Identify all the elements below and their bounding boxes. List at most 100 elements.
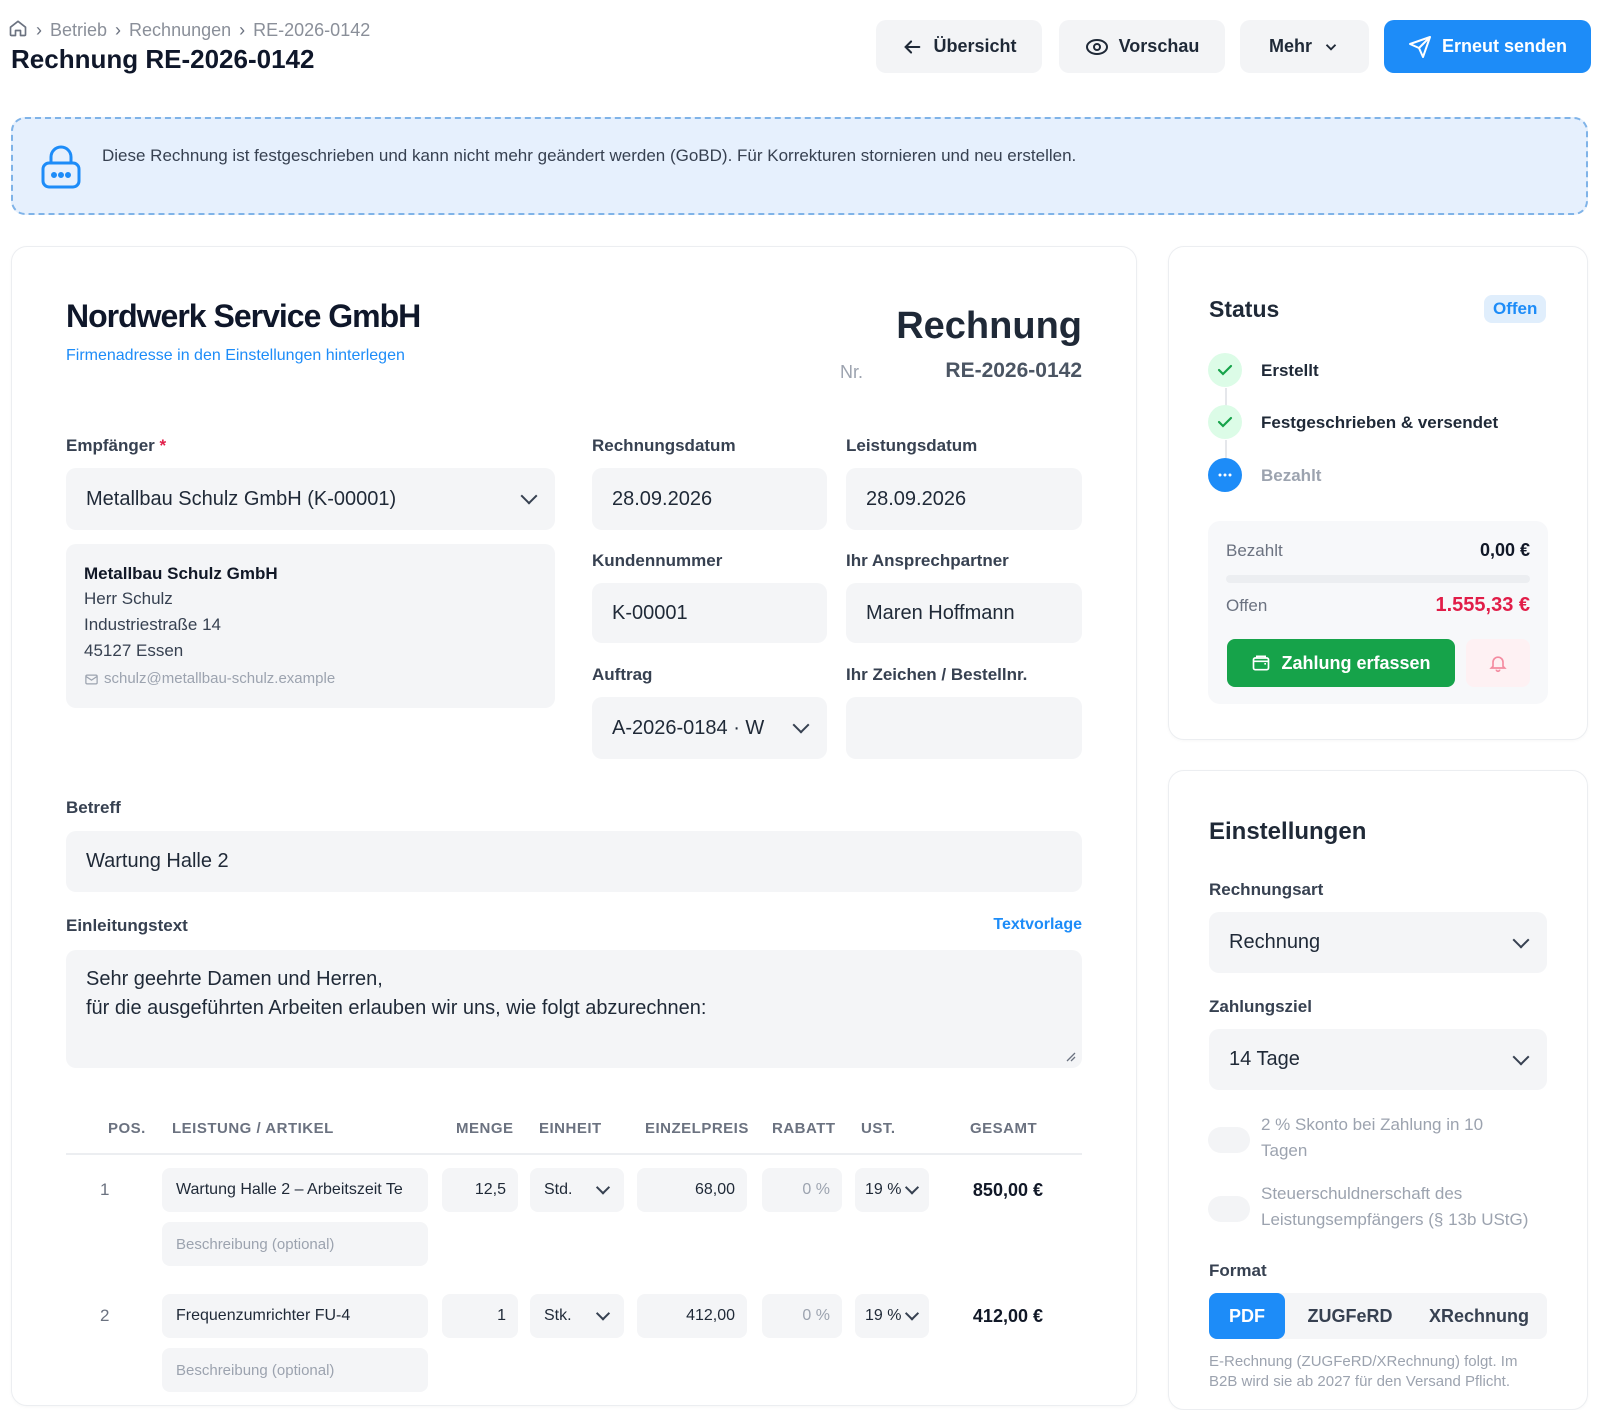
intro-label: Einleitungstext xyxy=(66,916,188,935)
doc-type-title: Rechnung xyxy=(896,305,1082,347)
recipient-select[interactable]: Metallbau Schulz GmbH (K-00001) xyxy=(66,468,555,530)
open-value: 1.555,33 € xyxy=(1435,594,1530,616)
table-divider xyxy=(66,1153,1082,1155)
col-vat: UST. xyxy=(861,1120,896,1137)
step-done-icon xyxy=(1208,405,1242,439)
address-street: Industriestraße 14 xyxy=(84,615,222,634)
payment-terms-select[interactable]: 14 Tage xyxy=(1209,1029,1547,1090)
preview-label: Vorschau xyxy=(1118,36,1200,56)
service-date-field[interactable]: 28.09.2026 xyxy=(846,468,1082,530)
col-total: GESAMT xyxy=(970,1120,1038,1137)
overview-button[interactable]: Übersicht xyxy=(876,20,1042,73)
chevron-down-icon xyxy=(904,1306,920,1321)
bell-icon xyxy=(1489,656,1507,673)
format-note: E-Rechnung (ZUGFeRD/XRechnung) folgt. Im… xyxy=(1209,1353,1518,1390)
status-title: Status xyxy=(1209,296,1280,322)
reverse-charge-toggle[interactable] xyxy=(1208,1196,1250,1222)
reminder-button[interactable] xyxy=(1466,639,1530,687)
row-discount-field[interactable]: 0 % xyxy=(762,1294,842,1338)
row-discount-field[interactable]: 0 % xyxy=(762,1168,842,1212)
row-price-field[interactable]: 412,00 xyxy=(637,1294,747,1338)
contact-label: Ihr Ansprechpartner xyxy=(846,551,1009,570)
breadcrumb-item-betrieb[interactable]: Betrieb xyxy=(50,20,107,41)
text-template-link[interactable]: Textvorlage xyxy=(900,916,1082,934)
reverse-charge-label: Steuerschuldnerschaft des Leistungsempfän… xyxy=(1261,1184,1529,1229)
more-label: Mehr xyxy=(1268,36,1312,56)
row-unit-select[interactable]: Std. xyxy=(530,1168,624,1212)
chevron-down-icon xyxy=(1512,931,1530,948)
format-segmented-control: PDF ZUGFeRD XRechnung xyxy=(1209,1293,1547,1339)
lock-icon xyxy=(41,145,81,189)
order-select[interactable]: A-2026-0184 · W xyxy=(592,697,827,759)
invoice-date-field[interactable]: 28.09.2026 xyxy=(592,468,827,530)
intro-textarea[interactable]: Sehr geehrte Damen und Herren, für die a… xyxy=(66,950,1082,1068)
resize-handle-icon[interactable] xyxy=(1064,1050,1076,1062)
subject-label: Betreff xyxy=(66,798,121,817)
address-city: 45127 Essen xyxy=(84,641,184,660)
address-contact: Herr Schulz xyxy=(84,589,173,608)
row-vat-select[interactable]: 19 % xyxy=(855,1294,929,1338)
chevron-down-icon xyxy=(1512,1048,1530,1065)
row-description-field[interactable]: Beschreibung (optional) xyxy=(162,1222,428,1266)
mail-icon xyxy=(85,674,98,685)
row-pos: 1 xyxy=(100,1180,110,1199)
paid-value: 0,00 € xyxy=(1479,540,1530,560)
record-payment-button[interactable]: Zahlung erfassen xyxy=(1227,639,1455,687)
row-total: 412,00 € xyxy=(972,1306,1043,1326)
invoice-date-label: Rechnungsdatum xyxy=(592,436,736,455)
row-total: 850,00 € xyxy=(972,1180,1043,1200)
contact-field[interactable]: Maren Hoffmann xyxy=(846,583,1082,643)
row-description-field[interactable]: Beschreibung (optional) xyxy=(162,1348,428,1392)
chevron-down-icon xyxy=(595,1180,611,1195)
format-pdf[interactable]: PDF xyxy=(1209,1293,1285,1339)
col-item: LEISTUNG / ARTIKEL xyxy=(172,1120,334,1137)
breadcrumb-item-rechnungen[interactable]: Rechnungen xyxy=(129,20,231,41)
preview-button[interactable]: Vorschau xyxy=(1059,20,1225,73)
row-price-field[interactable]: 68,00 xyxy=(637,1168,747,1212)
chevron-down-icon xyxy=(904,1180,920,1195)
resend-button[interactable]: Erneut senden xyxy=(1384,20,1591,73)
step-paid: Bezahlt xyxy=(1261,466,1322,485)
col-discount: RABATT xyxy=(772,1120,836,1137)
company-address-link[interactable]: Firmenadresse in den Einstellungen hinte… xyxy=(66,347,405,365)
row-item-field[interactable]: Wartung Halle 2 – Arbeitszeit Te xyxy=(162,1168,428,1212)
format-zugferd[interactable]: ZUGFeRD xyxy=(1295,1293,1405,1339)
chevron-down-icon xyxy=(520,487,538,505)
company-name: Nordwerk Service GmbH xyxy=(66,298,421,334)
intro-line-1: Sehr geehrte Damen und Herren, xyxy=(86,968,383,990)
record-payment-label: Zahlung erfassen xyxy=(1281,652,1431,673)
chevron-down-icon xyxy=(595,1306,611,1321)
invoice-type-select[interactable]: Rechnung xyxy=(1209,912,1547,973)
settings-title: Einstellungen xyxy=(1209,818,1367,845)
recipient-label: Empfänger * xyxy=(66,436,167,455)
step-done-icon xyxy=(1208,353,1242,387)
format-xrechnung[interactable]: XRechnung xyxy=(1419,1293,1539,1339)
row-item-field[interactable]: Frequenzumrichter FU-4 xyxy=(162,1294,428,1338)
col-pos: POS. xyxy=(108,1120,146,1137)
row-qty-field[interactable]: 12,5 xyxy=(442,1168,518,1212)
skonto-label: 2 % Skonto bei Zahlung in 10 Tagen xyxy=(1261,1115,1484,1160)
step-pending-icon xyxy=(1208,458,1242,492)
reference-field[interactable] xyxy=(846,697,1082,759)
row-vat-select[interactable]: 19 % xyxy=(855,1168,929,1212)
customer-no-field[interactable]: K-00001 xyxy=(592,583,827,643)
chevron-right-icon: › xyxy=(115,20,122,40)
paid-progress xyxy=(1226,575,1530,583)
row-unit-select[interactable]: Stk. xyxy=(530,1294,624,1338)
skonto-toggle[interactable] xyxy=(1208,1127,1250,1153)
address-name: Metallbau Schulz GmbH xyxy=(84,564,278,583)
resend-label: Erneut senden xyxy=(1441,36,1568,56)
order-label: Auftrag xyxy=(592,665,653,684)
payment-terms-value: 14 Tage xyxy=(1229,1048,1300,1070)
row-qty-field[interactable]: 1 xyxy=(442,1294,518,1338)
paid-label: Bezahlt xyxy=(1226,541,1283,560)
order-value: A-2026-0184 · W xyxy=(612,716,765,739)
intro-line-2: für die ausgeführten Arbeiten erlauben w… xyxy=(86,997,707,1019)
format-label: Format xyxy=(1209,1261,1267,1280)
notice-text: Diese Rechnung ist festgeschrieben und k… xyxy=(102,146,1077,165)
home-icon[interactable] xyxy=(8,18,28,43)
wallet-icon xyxy=(1253,655,1270,671)
more-button[interactable]: Mehr xyxy=(1240,20,1369,73)
status-badge: Offen xyxy=(1484,295,1547,323)
subject-field[interactable]: Wartung Halle 2 xyxy=(66,831,1082,892)
